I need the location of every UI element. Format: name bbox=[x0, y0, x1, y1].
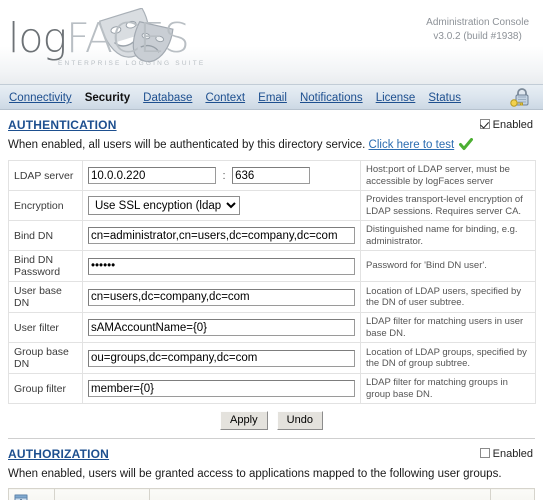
form-row-group-filter: Group filter LDAP filter for matching gr… bbox=[8, 373, 536, 404]
column-delete[interactable]: Delete bbox=[490, 488, 535, 500]
logo-wordmark: logFACES bbox=[8, 18, 190, 59]
authorization-enabled-label: Enabled bbox=[492, 448, 533, 460]
ldap-settings-form: LDAP server : Host:port of LDAP server, … bbox=[8, 160, 536, 404]
field-ldap-server: : bbox=[82, 160, 361, 191]
section-divider bbox=[8, 438, 535, 439]
authentication-undo-button[interactable]: Undo bbox=[276, 411, 323, 430]
label-ldap-server: LDAP server bbox=[8, 160, 83, 191]
green-check-icon bbox=[459, 138, 474, 150]
label-bind-dn: Bind DN bbox=[8, 220, 83, 251]
group-mapping-header-row: Available groups Application names. Use … bbox=[8, 488, 535, 500]
encryption-select[interactable]: Use SSL encyption (ldaps://) bbox=[88, 196, 240, 215]
field-group-filter bbox=[82, 373, 361, 404]
column-application-names[interactable]: Application names. Use comma seprator or… bbox=[149, 488, 491, 500]
authorization-enabled-checkbox[interactable] bbox=[479, 448, 490, 458]
test-connection-link[interactable]: Click here to test bbox=[369, 139, 455, 151]
logo-tagline: ENTERPRISE LOGGING SUITE bbox=[58, 60, 206, 67]
nav-item-connectivity[interactable]: Connectivity bbox=[4, 85, 77, 111]
authorization-section-header: AUTHORIZATION Enabled bbox=[8, 447, 535, 463]
label-user-base-dn: User base DN bbox=[8, 281, 83, 313]
authentication-button-row: Apply Undo bbox=[8, 411, 535, 430]
add-row-icon[interactable] bbox=[14, 493, 28, 500]
authentication-enabled-checkbox[interactable] bbox=[479, 119, 490, 129]
help-ldap-server: Host:port of LDAP server, must be access… bbox=[360, 160, 536, 191]
authentication-enabled-label: Enabled bbox=[492, 119, 533, 131]
console-title: Administration Console bbox=[426, 17, 529, 28]
group-mapping-table: Available groups Application names. Use … bbox=[8, 488, 535, 500]
ldap-port-input[interactable] bbox=[232, 167, 311, 184]
label-bind-dn-password: Bind DN Password bbox=[8, 250, 83, 282]
help-group-base-dn: Location of LDAP groups, specified by th… bbox=[360, 342, 536, 374]
authentication-enabled-toggle[interactable]: Enabled bbox=[479, 119, 533, 131]
nav-item-license[interactable]: License bbox=[371, 85, 421, 111]
field-group-base-dn bbox=[82, 342, 361, 374]
nav-item-notifications[interactable]: Notifications bbox=[295, 85, 368, 111]
label-group-filter: Group filter bbox=[8, 373, 83, 404]
logo-primary: log bbox=[8, 14, 67, 62]
form-row-bind-dn-password: Bind DN Password Password for 'Bind DN u… bbox=[8, 250, 536, 282]
nav-item-database[interactable]: Database bbox=[138, 85, 197, 111]
form-row-user-base-dn: User base DN Location of LDAP users, spe… bbox=[8, 281, 536, 313]
user-base-dn-input[interactable] bbox=[88, 288, 355, 306]
page-content: AUTHENTICATION Enabled When enabled, all… bbox=[0, 118, 543, 500]
masthead: logFACES ENTERPRISE LOGGING SUITE Admini… bbox=[0, 0, 543, 84]
field-encryption: Use SSL encyption (ldaps://) bbox=[82, 190, 361, 221]
nav-item-security[interactable]: Security bbox=[80, 85, 135, 111]
label-encryption: Encryption bbox=[8, 190, 83, 221]
group-base-dn-input[interactable] bbox=[88, 349, 355, 367]
ldap-host-input[interactable] bbox=[88, 167, 216, 184]
console-version: v3.0.2 (build #1938) bbox=[433, 31, 522, 42]
authentication-apply-button[interactable]: Apply bbox=[220, 411, 268, 430]
label-user-filter: User filter bbox=[8, 312, 83, 343]
help-bind-dn: Distinguished name for binding, e.g. adm… bbox=[360, 220, 536, 251]
authorization-description: When enabled, users will be granted acce… bbox=[8, 468, 502, 480]
form-row-user-filter: User filter LDAP filter for matching use… bbox=[8, 312, 536, 343]
form-row-group-base-dn: Group base DN Location of LDAP groups, s… bbox=[8, 342, 536, 374]
nav-item-context[interactable]: Context bbox=[200, 85, 250, 111]
bind-dn-input[interactable] bbox=[88, 227, 355, 244]
help-bind-dn-password: Password for 'Bind DN user'. bbox=[360, 250, 536, 282]
nav-item-status[interactable]: Status bbox=[423, 85, 466, 111]
hostport-separator: : bbox=[222, 169, 226, 182]
form-row-ldap-server: LDAP server : Host:port of LDAP server, … bbox=[8, 160, 536, 191]
logo-secondary: FACES bbox=[66, 14, 190, 62]
field-user-filter bbox=[82, 312, 361, 343]
bind-dn-password-input[interactable] bbox=[88, 257, 355, 275]
help-encryption: Provides transport-level encryption of L… bbox=[360, 190, 536, 221]
field-bind-dn-password bbox=[82, 250, 361, 282]
help-user-base-dn: Location of LDAP users, specified by the… bbox=[360, 281, 536, 313]
nav-item-email[interactable]: Email bbox=[253, 85, 292, 111]
authentication-title[interactable]: AUTHENTICATION bbox=[8, 118, 117, 132]
authentication-section-header: AUTHENTICATION Enabled bbox=[8, 118, 535, 134]
group-filter-input[interactable] bbox=[88, 380, 355, 397]
authentication-description-text: When enabled, all users will be authenti… bbox=[8, 139, 366, 151]
authorization-enabled-toggle[interactable]: Enabled bbox=[479, 448, 533, 460]
lock-key-icon[interactable] bbox=[507, 88, 535, 108]
field-bind-dn bbox=[82, 220, 361, 251]
main-navigation: Connectivity Security Database Context E… bbox=[0, 84, 543, 110]
authentication-description: When enabled, all users will be authenti… bbox=[8, 138, 535, 153]
console-info: Administration Console v3.0.2 (build #19… bbox=[426, 16, 529, 44]
label-group-base-dn: Group base DN bbox=[8, 342, 83, 374]
field-user-base-dn bbox=[82, 281, 361, 313]
form-row-bind-dn: Bind DN Distinguished name for binding, … bbox=[8, 220, 536, 251]
help-group-filter: LDAP filter for matching groups in group… bbox=[360, 373, 536, 404]
help-user-filter: LDAP filter for matching users in user b… bbox=[360, 312, 536, 343]
form-row-encryption: Encryption Use SSL encyption (ldaps://) … bbox=[8, 190, 536, 221]
authorization-title[interactable]: AUTHORIZATION bbox=[8, 447, 109, 461]
user-filter-input[interactable] bbox=[88, 319, 355, 336]
app-logo: logFACES ENTERPRISE LOGGING SUITE bbox=[8, 8, 258, 76]
column-available-groups[interactable]: Available groups bbox=[54, 488, 150, 500]
table-action-icons bbox=[8, 488, 55, 500]
